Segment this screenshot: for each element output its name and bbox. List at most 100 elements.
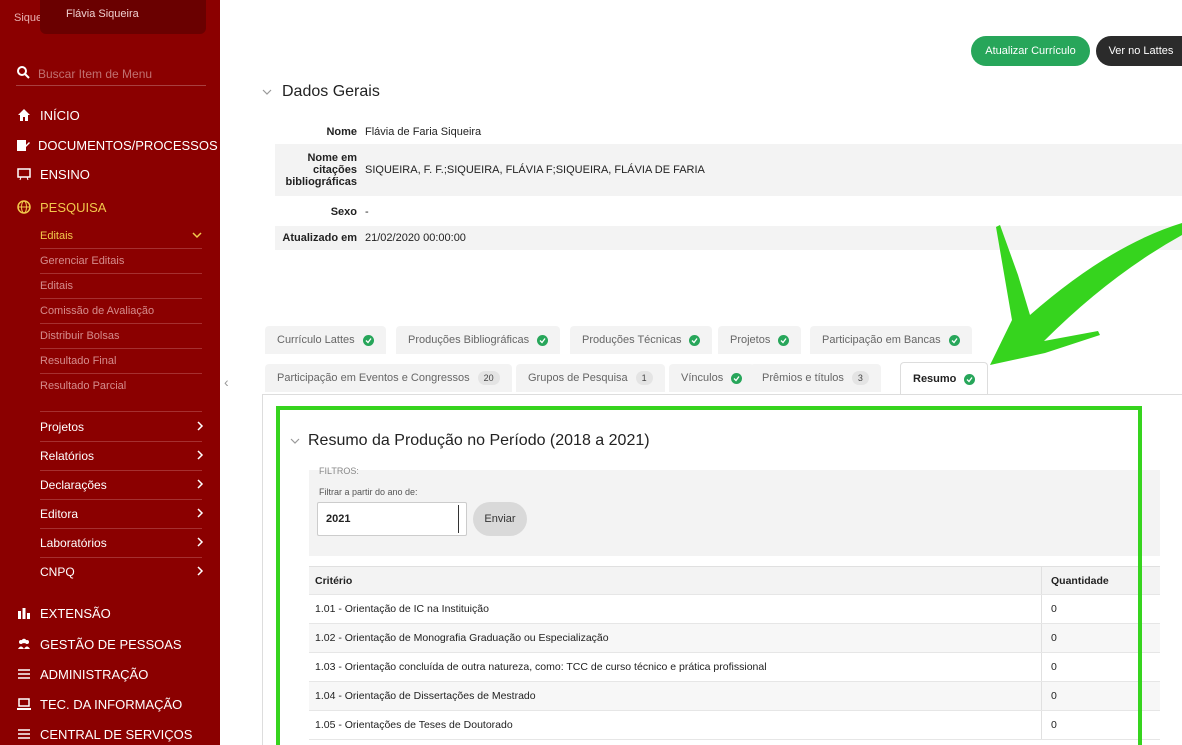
bar-chart-icon [16,605,32,621]
menu-search[interactable]: Buscar Item de Menu [16,62,206,86]
sub-label: Editais [40,280,74,292]
check-icon [689,334,701,346]
tab-grupos-pesquisa[interactable]: Grupos de Pesquisa 1 [516,364,665,392]
view-lattes-button[interactable]: Ver no Lattes [1096,36,1182,66]
tab-premios-titulos[interactable]: Prêmios e títulos 3 [750,364,881,392]
sub-label: Distribuir Bolsas [40,330,120,342]
check-icon [948,334,960,346]
sub-comissao[interactable]: Comissão de Avaliação [40,299,202,323]
grp-relatorios[interactable]: Relatórios [40,442,204,470]
update-curriculum-button[interactable]: Atualizar Currículo [971,36,1090,66]
board-icon [16,166,32,182]
tab-count-badge: 20 [477,371,500,385]
sub-resultado-final[interactable]: Resultado Final [40,349,202,373]
check-icon [731,372,743,384]
sub-editais[interactable]: Editais [40,224,202,248]
user-box: Siqueir Flávia Siqueira [0,0,220,40]
tab-label: Grupos de Pesquisa [528,372,628,384]
sub-distribuir-bolsas[interactable]: Distribuir Bolsas [40,324,202,348]
check-icon [537,334,549,346]
info-row-citacoes: Nome em citações bibliográficas SIQUEIRA… [275,144,1182,196]
tab-label: Projetos [730,334,771,346]
sub-label: Gerenciar Editais [40,255,125,267]
nav-administracao[interactable]: ADMINISTRAÇÃO [16,660,216,688]
check-icon [778,334,790,346]
highlight-annotation [276,406,1142,745]
chevron-right-icon [197,421,204,431]
nav-tec[interactable]: TEC. DA INFORMAÇÃO [16,690,216,718]
grp-declaracoes[interactable]: Declarações [40,471,204,499]
nav-label: ADMINISTRAÇÃO [40,666,149,682]
chevron-right-icon [197,566,204,576]
sub-label: Comissão de Avaliação [40,305,155,317]
collapse-sidebar-icon[interactable]: ‹ [224,374,229,390]
nav-inicio[interactable]: INÍCIO [16,101,216,129]
tab-curriculo-lattes[interactable]: Currículo Lattes [265,326,386,354]
tab-producoes-tecnicas[interactable]: Produções Técnicas [570,326,713,354]
grp-label: Editora [40,507,79,521]
tab-vinculos[interactable]: Vínculos [669,364,755,392]
grp-label: Projetos [40,420,85,434]
chevron-right-icon [197,537,204,547]
nav-pesquisa[interactable]: PESQUISA [16,193,216,221]
user-card[interactable]: Flávia Siqueira [40,0,206,34]
grp-label: Declarações [40,478,107,492]
grp-cnpq[interactable]: CNPQ [40,558,204,586]
nav-gestao[interactable]: GESTÃO DE PESSOAS [16,630,216,658]
documents-icon [16,137,30,153]
tab-label: Produções Técnicas [582,334,682,346]
home-icon [16,107,32,123]
users-icon [16,636,32,652]
tab-count-badge: 1 [635,371,653,385]
nav-label: INÍCIO [40,107,80,123]
grp-label: Relatórios [40,449,95,463]
grp-projetos[interactable]: Projetos [40,413,204,441]
sub-label: Resultado Parcial [40,380,127,392]
search-icon [17,66,30,79]
laptop-icon [16,696,32,712]
nav-documentos[interactable]: DOCUMENTOS/PROCESSOS [16,131,218,159]
nav-label: DOCUMENTOS/PROCESSOS [38,137,218,153]
chevron-right-icon [197,508,204,518]
tab-projetos[interactable]: Projetos [718,326,802,354]
tab-label: Resumo [913,373,957,385]
chevron-down-icon [262,89,272,95]
info-value: 21/02/2020 00:00:00 [365,232,466,244]
tab-count-badge: 3 [851,371,869,385]
tab-label: Participação em Eventos e Congressos [277,372,470,384]
tab-participacao-eventos[interactable]: Participação em Eventos e Congressos 20 [265,364,512,392]
list-icon [16,666,32,682]
menu-icon [16,726,32,742]
chevron-right-icon [197,479,204,489]
nav-extensao[interactable]: EXTENSÃO [16,599,216,627]
check-icon [362,334,374,346]
info-label: Nome [326,126,357,138]
dados-gerais-toggle[interactable]: Dados Gerais [262,83,380,101]
info-row-nome: Nome Flávia de Faria Siqueira [275,120,1182,144]
sub-resultado-parcial[interactable]: Resultado Parcial [40,374,202,398]
grp-laboratorios[interactable]: Laboratórios [40,529,204,557]
info-value: SIQUEIRA, F. F.;SIQUEIRA, FLÁVIA F;SIQUE… [365,164,705,176]
sub-label: Editais [40,230,74,242]
tab-participacao-bancas[interactable]: Participação em Bancas [810,326,972,354]
info-label: Atualizado em [282,232,357,244]
nav-label: GESTÃO DE PESSOAS [40,636,182,652]
nav-ensino[interactable]: ENSINO [16,160,216,188]
tab-producoes-bibliograficas[interactable]: Produções Bibliográficas [396,326,561,354]
tab-label: Produções Bibliográficas [408,334,530,346]
nav-central[interactable]: CENTRAL DE SERVIÇOS [16,720,216,745]
nav-label: CENTRAL DE SERVIÇOS [40,726,193,742]
arrow-annotation-icon [990,223,1182,365]
sub-editais-list[interactable]: Editais [40,274,202,298]
chevron-down-icon [192,232,202,239]
tab-label: Currículo Lattes [277,334,355,346]
search-input[interactable]: Buscar Item de Menu [38,67,152,81]
nav-label: TEC. DA INFORMAÇÃO [40,696,183,712]
grp-editora[interactable]: Editora [40,500,204,528]
sidebar: Siqueir Flávia Siqueira Buscar Item de M… [0,0,220,745]
nav-label: PESQUISA [40,199,107,215]
user-name: Flávia Siqueira [66,8,139,20]
info-value: - [365,206,369,218]
tab-label: Vínculos [681,372,724,384]
sub-gerenciar-editais[interactable]: Gerenciar Editais [40,249,202,273]
